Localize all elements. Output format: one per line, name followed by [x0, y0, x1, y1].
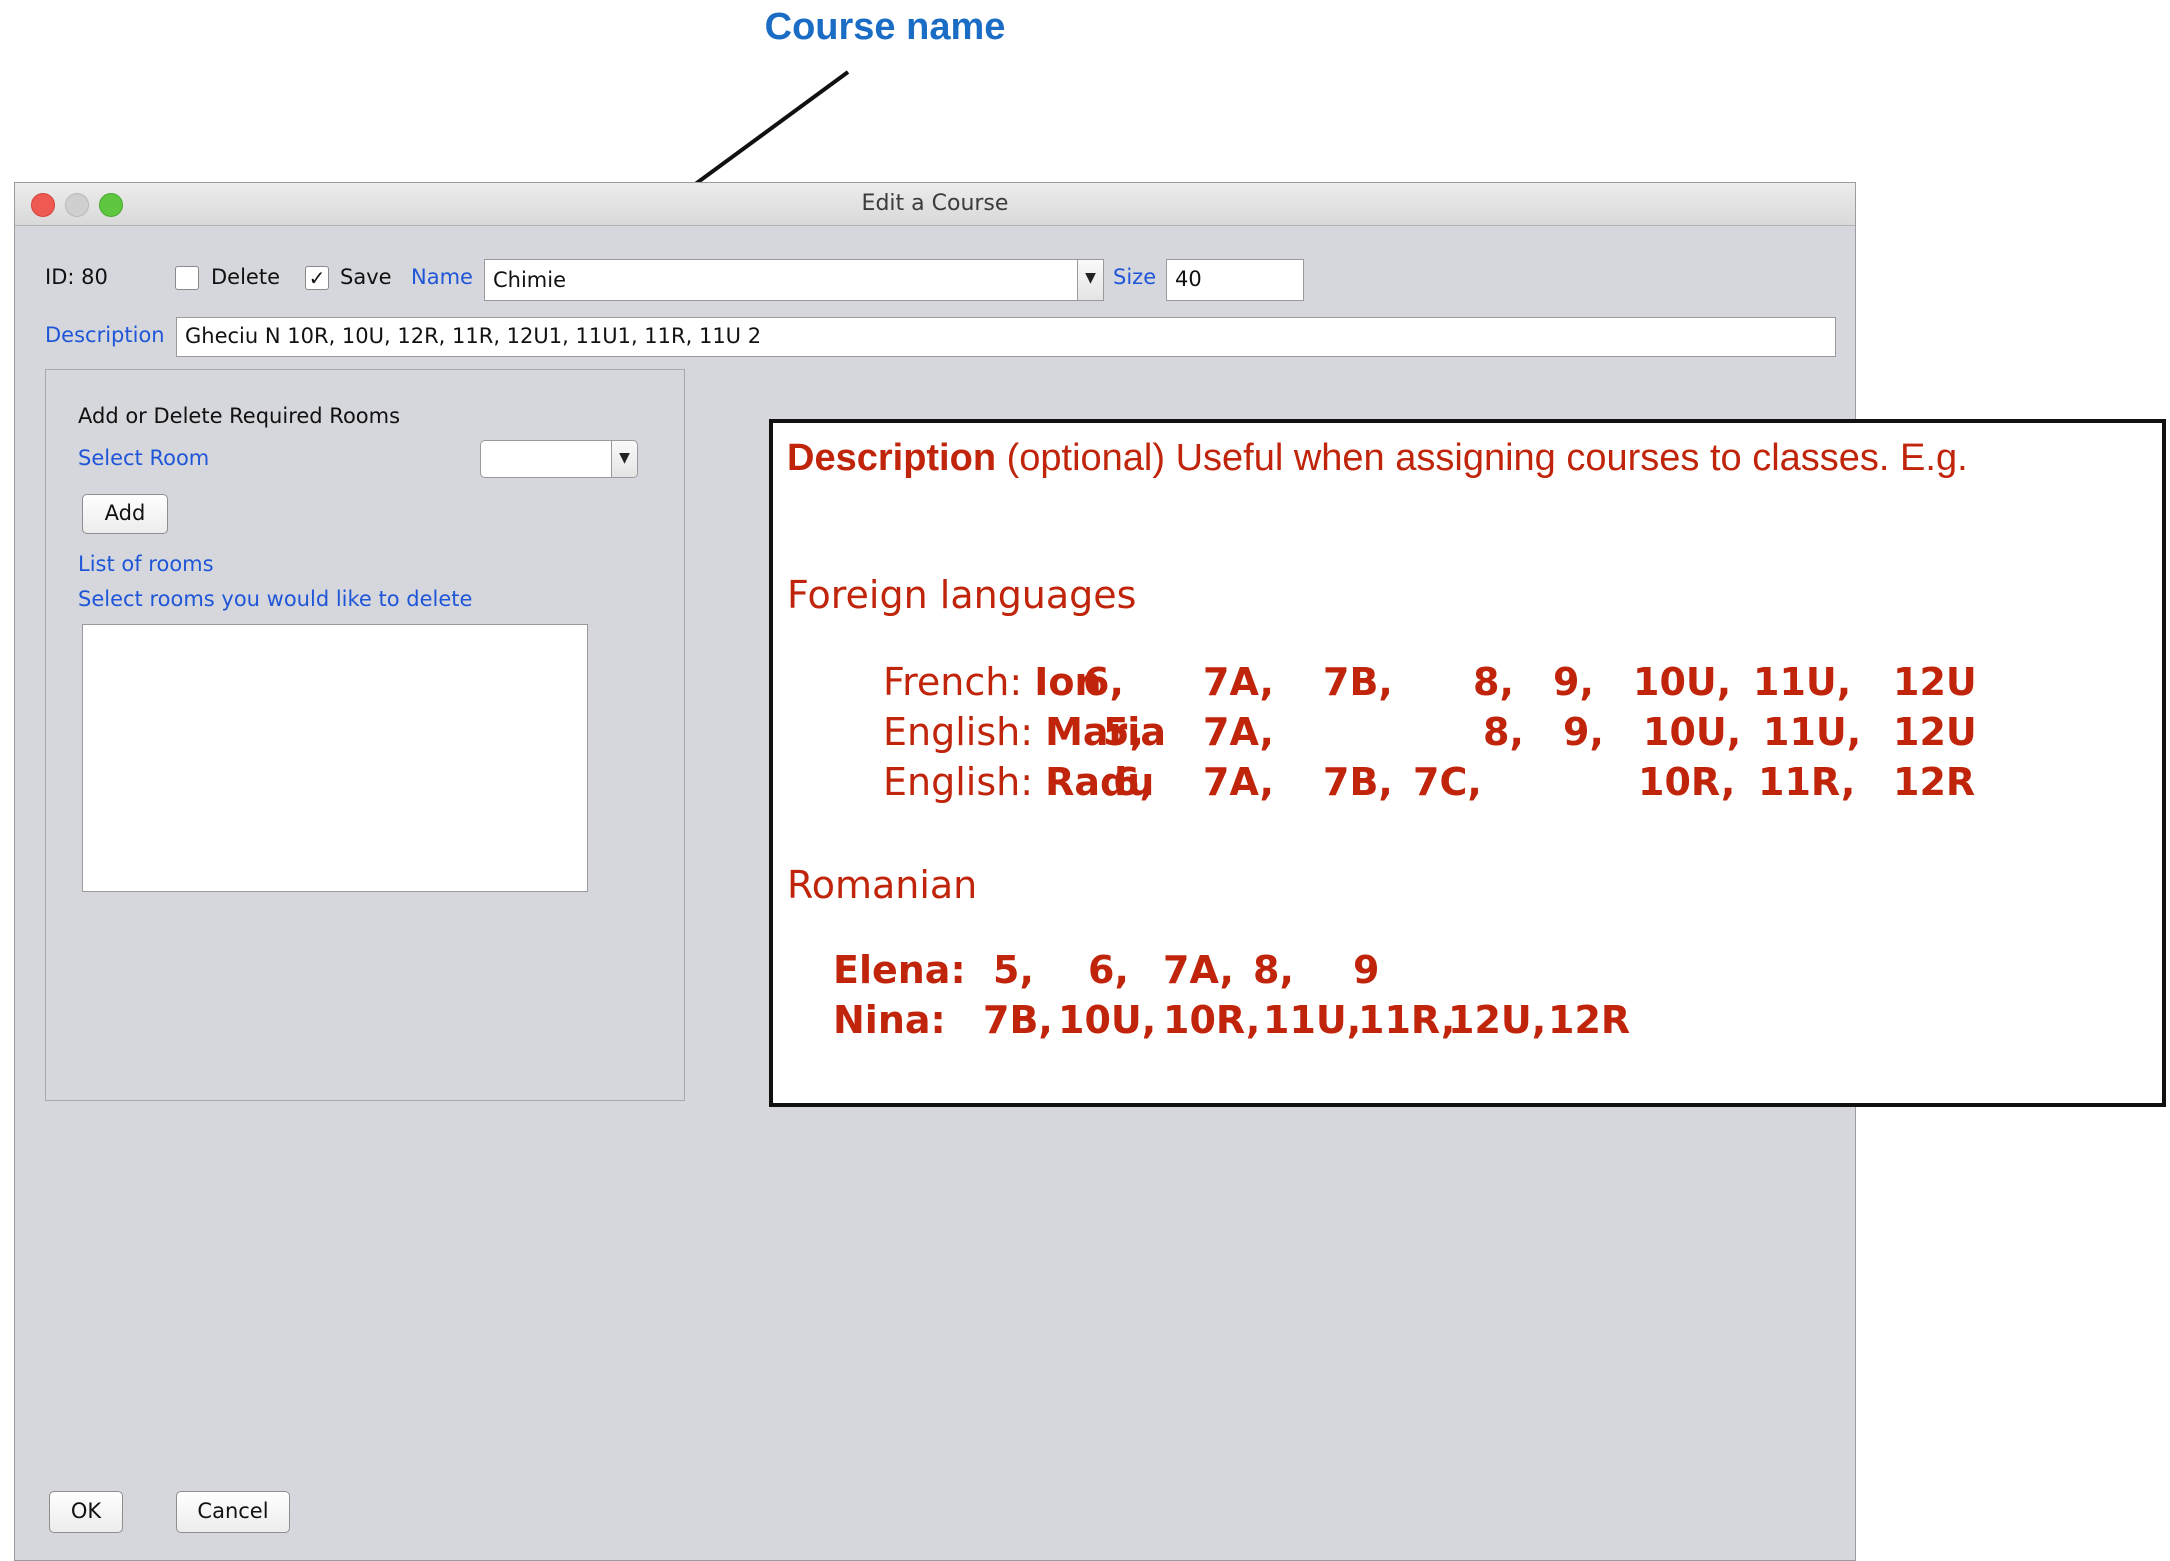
- chevron-down-icon[interactable]: ▼: [1077, 260, 1103, 300]
- checkmark-icon: ✓: [308, 266, 326, 290]
- class-code: 11U,: [1263, 998, 1362, 1042]
- teacher-name: Nina:: [833, 998, 946, 1042]
- size-input[interactable]: 40: [1166, 259, 1304, 301]
- romanian-heading: Romanian: [787, 863, 978, 907]
- delete-rooms-hint: Select rooms you would like to delete: [78, 587, 473, 611]
- class-code: 12R: [1893, 760, 1976, 804]
- select-room-dropdown[interactable]: ▼: [480, 440, 638, 478]
- class-code: 8,: [1253, 948, 1294, 992]
- class-code: 12R: [1548, 998, 1631, 1042]
- class-code: 7A,: [1203, 760, 1274, 804]
- class-code: 9: [1353, 948, 1380, 992]
- class-code: 12U,: [1448, 998, 1547, 1042]
- cancel-button[interactable]: Cancel: [176, 1491, 290, 1533]
- callout-title-bold: Description: [787, 437, 997, 479]
- title-bar: Edit a Course: [15, 183, 1855, 226]
- class-code: 5,: [993, 948, 1034, 992]
- save-checkbox[interactable]: ✓: [305, 266, 329, 290]
- callout-title: Description (optional) Useful when assig…: [787, 437, 1968, 480]
- foreign-languages-heading: Foreign languages: [787, 573, 1137, 617]
- window-title: Edit a Course: [861, 191, 1009, 216]
- select-room-label: Select Room: [78, 446, 210, 470]
- teacher-language: French:: [883, 660, 1035, 704]
- chevron-down-icon[interactable]: ▼: [611, 441, 637, 477]
- class-code: 5,: [1103, 710, 1144, 754]
- class-code: 7B,: [983, 998, 1053, 1042]
- class-code: 6,: [1113, 760, 1154, 804]
- class-code: 10U,: [1058, 998, 1157, 1042]
- class-code: 6,: [1088, 948, 1129, 992]
- class-code: 7A,: [1203, 710, 1274, 754]
- list-of-rooms-label: List of rooms: [78, 552, 214, 576]
- rooms-panel-heading: Add or Delete Required Rooms: [78, 404, 401, 428]
- class-code: 9,: [1553, 660, 1594, 704]
- class-code: 8,: [1483, 710, 1524, 754]
- description-label: Description: [45, 323, 165, 347]
- save-label: Save: [340, 265, 392, 289]
- delete-label: Delete: [211, 265, 280, 289]
- class-code: 11U,: [1753, 660, 1852, 704]
- class-code: 12U: [1893, 660, 1977, 704]
- class-code: 11R,: [1758, 760, 1856, 804]
- foreign-row-teacher: French: Ion: [883, 660, 1102, 704]
- delete-checkbox[interactable]: [175, 266, 199, 290]
- rooms-list[interactable]: [82, 624, 588, 892]
- teacher-name: Elena:: [833, 948, 966, 992]
- description-callout: Description (optional) Useful when assig…: [769, 419, 2166, 1107]
- class-code: 6,: [1083, 660, 1124, 704]
- class-code: 8,: [1473, 660, 1514, 704]
- class-code: 7B,: [1323, 760, 1393, 804]
- teacher-language: English:: [883, 760, 1046, 804]
- name-value: Chimie: [493, 268, 567, 292]
- size-label: Size: [1113, 265, 1157, 289]
- class-code: 7B,: [1323, 660, 1393, 704]
- teacher-language: English:: [883, 710, 1046, 754]
- name-label: Name: [411, 265, 473, 289]
- description-input[interactable]: Gheciu N 10R, 10U, 12R, 11R, 12U1, 11U1,…: [176, 317, 1836, 357]
- class-code: 7A,: [1203, 660, 1274, 704]
- class-code: 12U: [1893, 710, 1977, 754]
- callout-title-rest: (optional) Useful when assigning courses…: [996, 437, 1968, 479]
- class-code: 9,: [1563, 710, 1604, 754]
- class-code: 10U,: [1633, 660, 1732, 704]
- class-code: 10R,: [1638, 760, 1736, 804]
- class-code: 11U,: [1763, 710, 1862, 754]
- class-code: 10R,: [1163, 998, 1261, 1042]
- class-code: 7C,: [1413, 760, 1482, 804]
- required-rooms-panel: Add or Delete Required Rooms Select Room…: [45, 369, 685, 1101]
- name-combobox[interactable]: Chimie ▼: [484, 259, 1104, 301]
- course-id-label: ID: 80: [45, 265, 108, 289]
- class-code: 10U,: [1643, 710, 1742, 754]
- ok-button[interactable]: OK: [49, 1491, 123, 1533]
- class-code: 7A,: [1163, 948, 1234, 992]
- add-room-button[interactable]: Add: [82, 494, 168, 534]
- class-code: 11R,: [1358, 998, 1456, 1042]
